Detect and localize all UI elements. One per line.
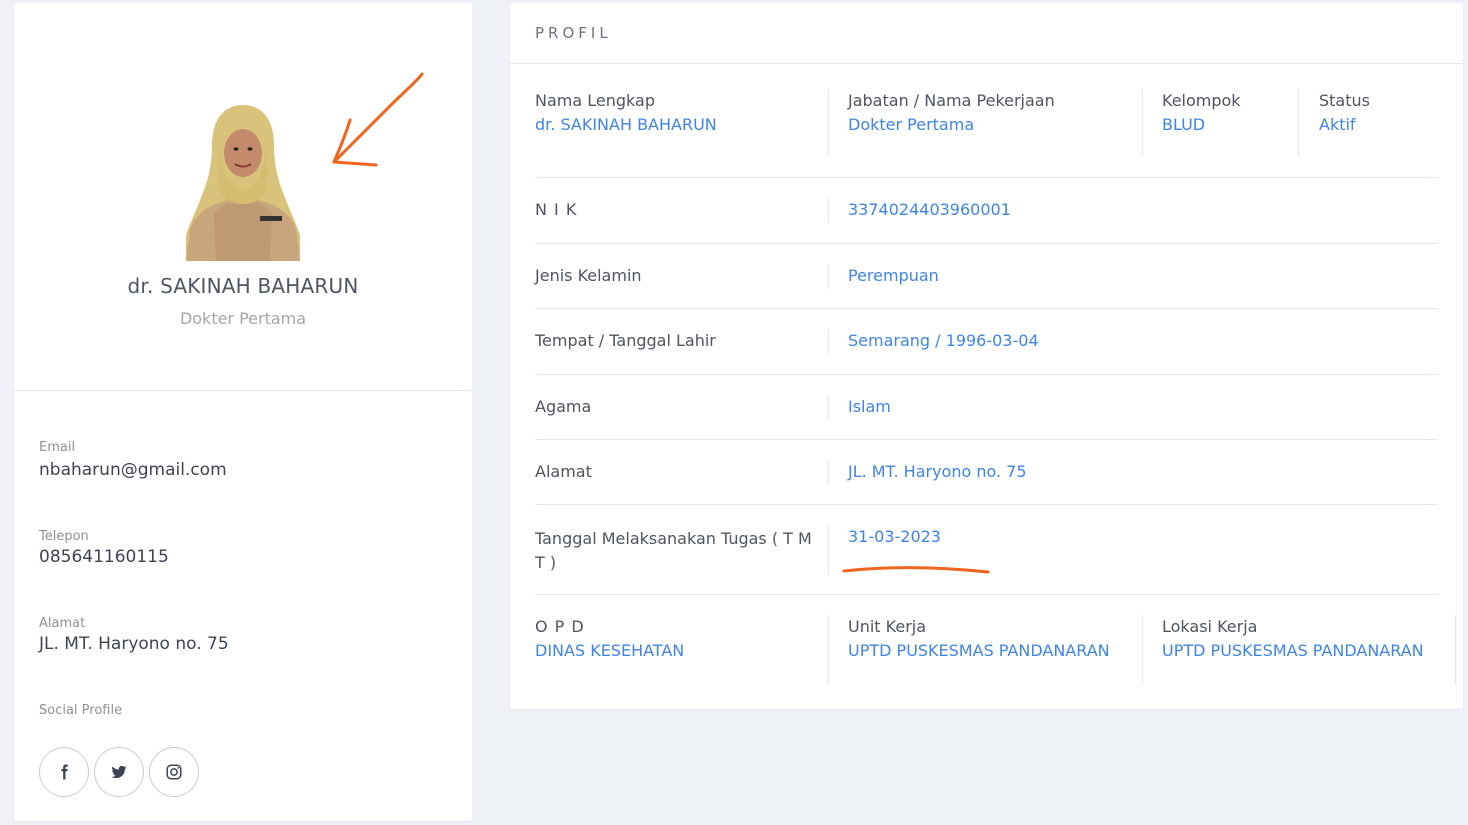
column-separator (1142, 615, 1143, 685)
address-value: JL. MT. Haryono no. 75 (39, 634, 229, 654)
religion-value: Islam (848, 397, 891, 416)
opd-value: DINAS KESEHATAN (535, 641, 685, 660)
job-value: Dokter Pertama (848, 115, 975, 134)
card-header: PROFIL (510, 3, 1463, 64)
work-location-label: Lokasi Kerja (1162, 617, 1258, 636)
tmt-value: 31-03-2023 (848, 527, 941, 546)
row-separator (535, 177, 1438, 178)
column-separator (828, 264, 829, 289)
twitter-button[interactable] (94, 747, 144, 797)
row-separator (535, 374, 1438, 375)
email-label: Email (39, 440, 76, 455)
group-label: Kelompok (1162, 91, 1241, 110)
instagram-button[interactable] (149, 747, 199, 797)
status-label: Status (1319, 91, 1370, 110)
row-separator (535, 308, 1438, 309)
annotation-arrow (332, 72, 424, 167)
card-title: PROFIL (535, 24, 612, 42)
social-profile-label: Social Profile (39, 703, 123, 718)
row-separator (535, 439, 1438, 440)
status-value: Aktif (1319, 115, 1356, 134)
profile-detail-card: PROFIL Nama Lengkap dr. SAKINAH BAHARUN … (510, 3, 1463, 709)
phone-label: Telepon (39, 529, 89, 544)
phone-value: 085641160115 (39, 547, 169, 567)
column-separator (828, 525, 829, 575)
social-links (39, 747, 199, 797)
religion-label: Agama (535, 397, 592, 416)
twitter-icon (111, 765, 127, 779)
annotation-underline (842, 566, 990, 574)
work-unit-value: UPTD PUSKESMAS PANDANARAN (848, 641, 1110, 660)
profile-job-title: Dokter Pertama (179, 309, 307, 328)
full-name-label: Nama Lengkap (535, 91, 655, 110)
row-separator (535, 504, 1438, 505)
work-location-value: UPTD PUSKESMAS PANDANARAN (1162, 641, 1424, 660)
gender-label: Jenis Kelamin (535, 266, 642, 285)
column-separator (828, 329, 829, 354)
tmt-label: Tanggal Melaksanakan Tugas ( T M T ) (535, 529, 812, 572)
column-separator (1142, 89, 1143, 156)
column-separator (828, 395, 829, 420)
column-separator (828, 460, 829, 485)
column-separator (828, 198, 829, 223)
birth-value: Semarang / 1996-03-04 (848, 331, 1039, 350)
address-value: JL. MT. Haryono no. 75 (848, 462, 1027, 481)
avatar (184, 103, 302, 261)
column-separator (1298, 89, 1299, 156)
birth-label: Tempat / Tanggal Lahir (535, 331, 716, 350)
opd-label: O P D (535, 617, 585, 636)
row-separator (535, 243, 1438, 244)
column-separator (828, 615, 829, 685)
column-separator (1455, 615, 1456, 685)
facebook-icon (61, 764, 68, 780)
profile-name: dr. SAKINAH BAHARUN (127, 274, 359, 298)
work-unit-label: Unit Kerja (848, 617, 927, 636)
job-label: Jabatan / Nama Pekerjaan (848, 91, 1055, 110)
column-separator (828, 89, 829, 156)
facebook-button[interactable] (39, 747, 89, 797)
gender-value: Perempuan (848, 266, 939, 285)
email-value: nbaharun@gmail.com (39, 460, 227, 480)
instagram-icon (166, 764, 182, 780)
nik-label: N I K (535, 200, 578, 219)
group-value: BLUD (1162, 115, 1206, 134)
row-separator (535, 594, 1438, 595)
address-label: Alamat (39, 616, 86, 631)
full-name-value: dr. SAKINAH BAHARUN (535, 115, 717, 134)
divider (14, 390, 472, 391)
nik-value: 3374024403960001 (848, 200, 1011, 219)
address-label: Alamat (535, 462, 592, 481)
avatar-photo (186, 105, 300, 261)
